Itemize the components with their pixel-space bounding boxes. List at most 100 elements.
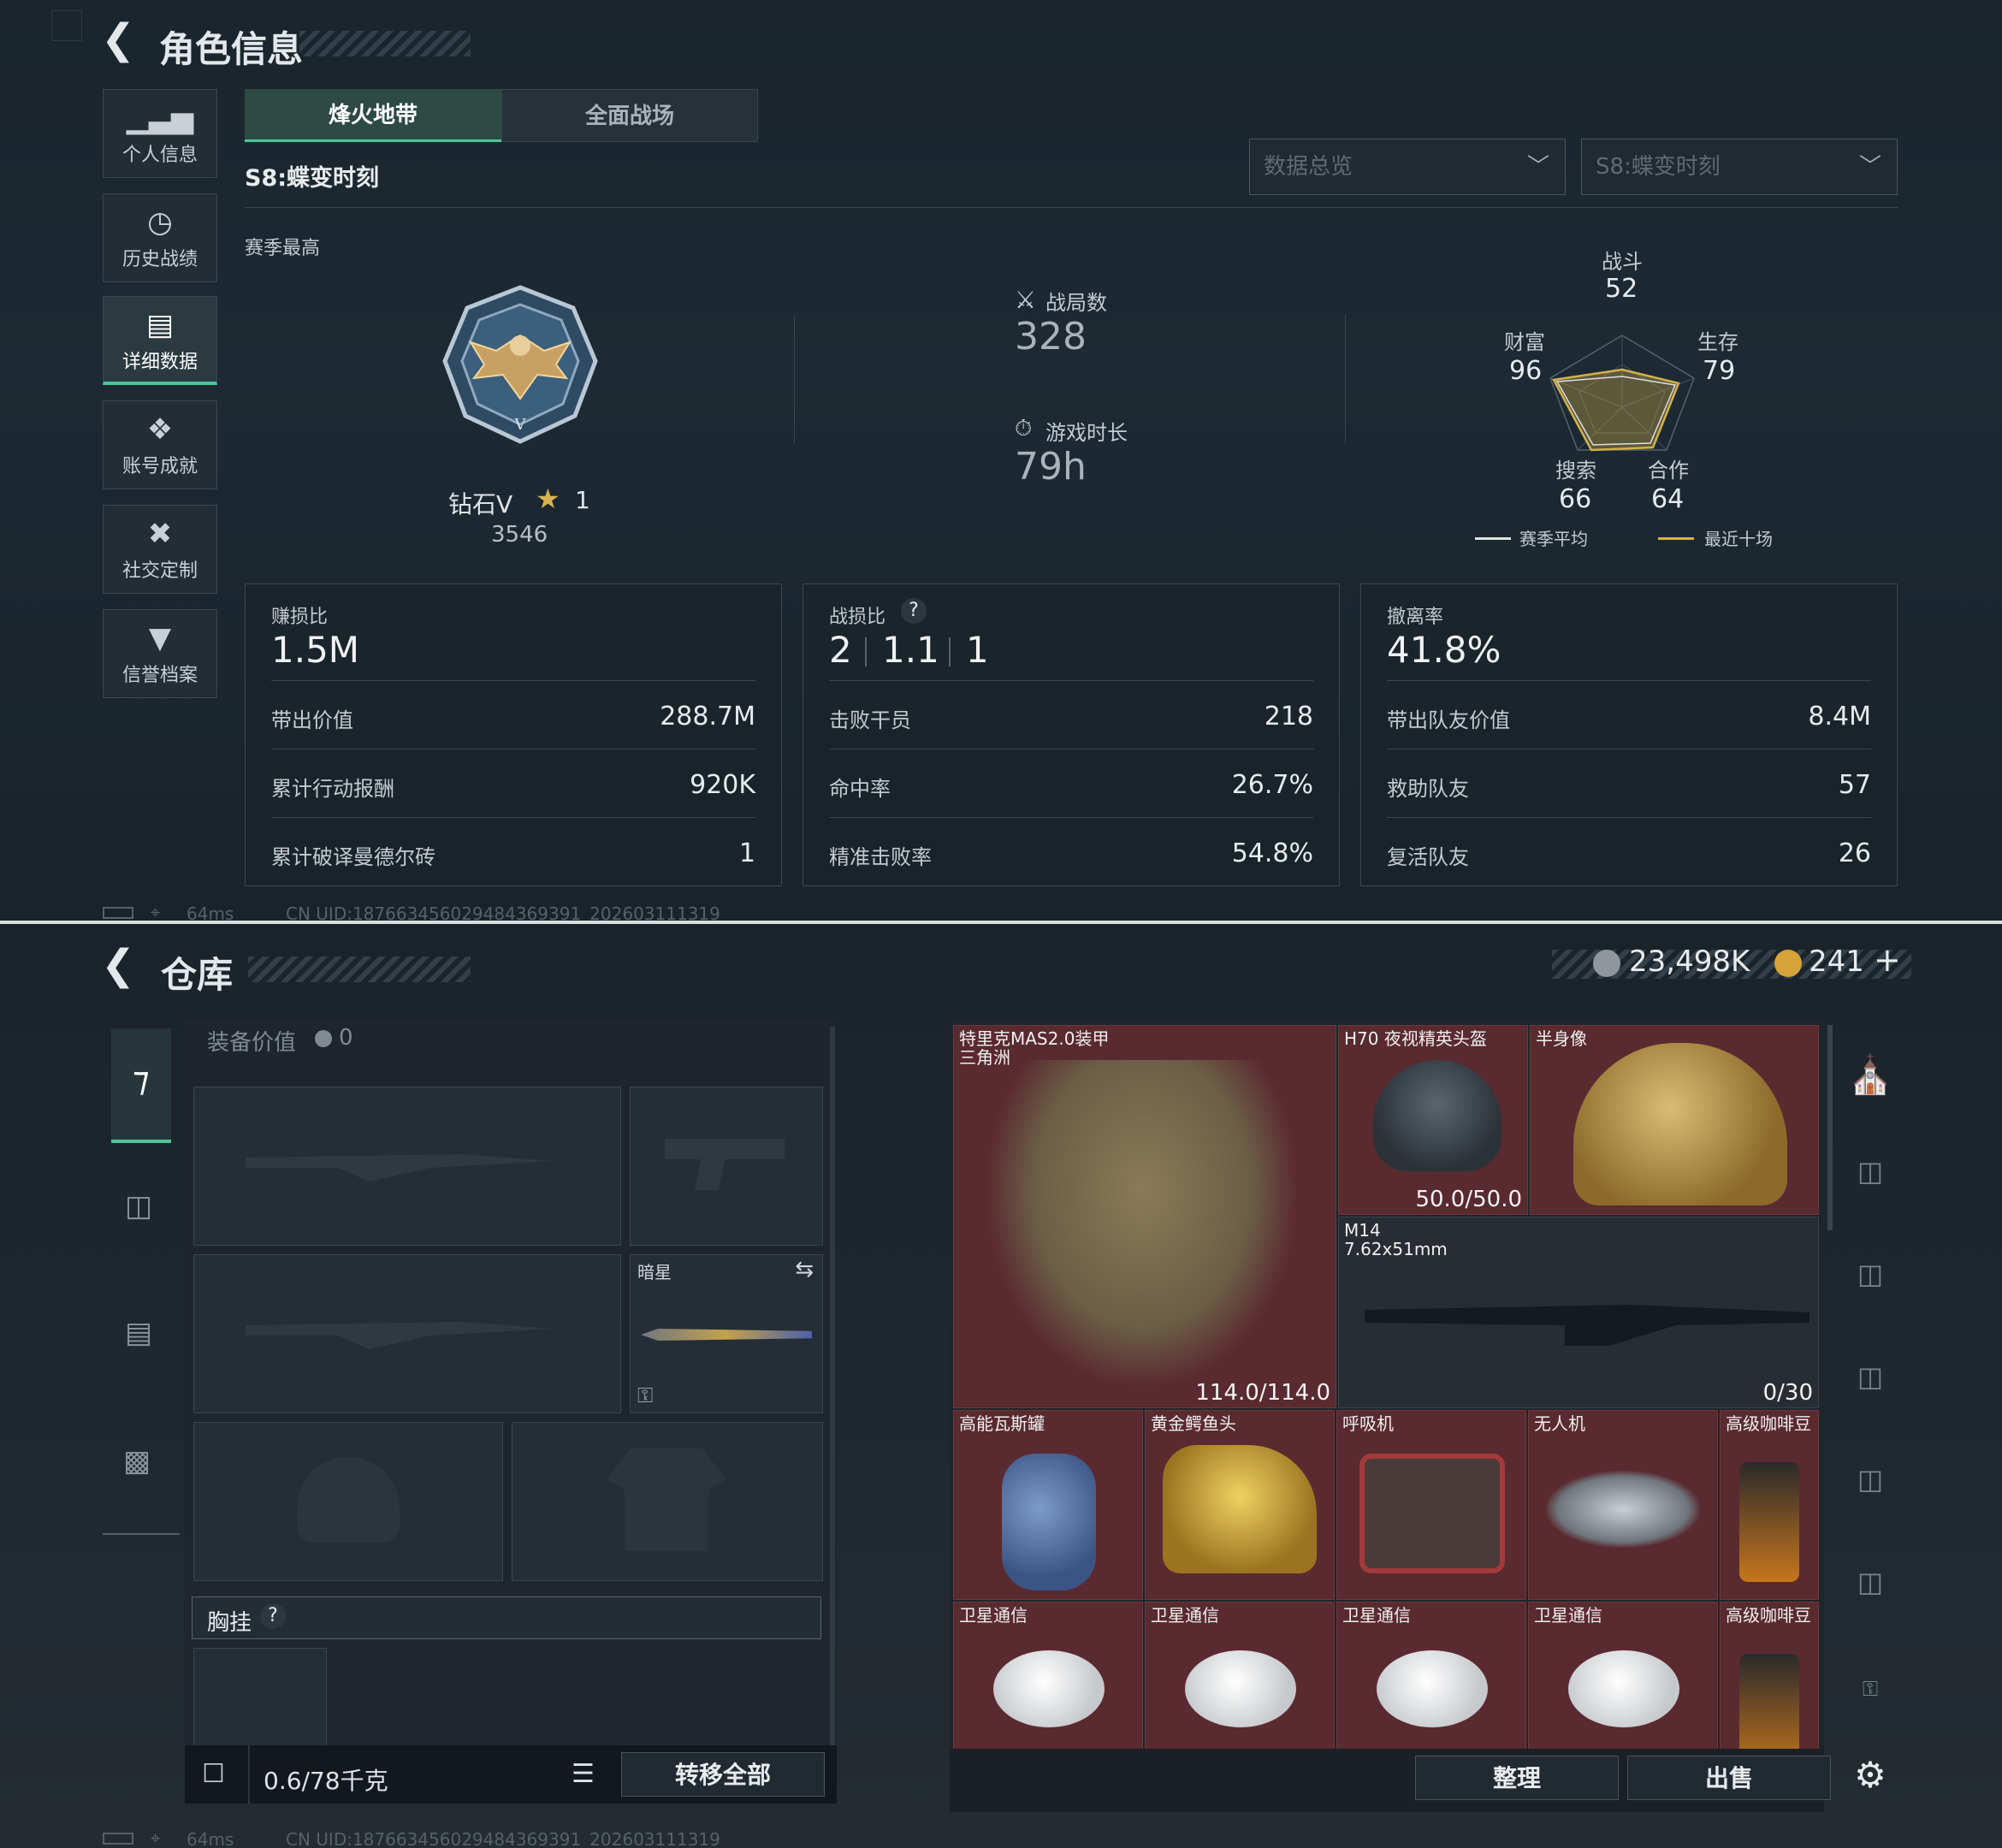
rifle-icon: [1365, 1305, 1810, 1346]
vest-tab-icon[interactable]: ▤: [125, 1316, 152, 1350]
helmet-slot[interactable]: [193, 1422, 503, 1581]
sidebar-item-history[interactable]: ◷ 历史战绩: [103, 193, 217, 282]
chest-rig-label: 胸挂: [207, 1610, 252, 1636]
matches-label: 战局数: [1045, 291, 1107, 315]
swap-icon[interactable]: ⇆: [795, 1257, 814, 1282]
sell-button[interactable]: 出售: [1627, 1756, 1831, 1800]
data-overview-dropdown[interactable]: 数据总览 ﹀: [1249, 139, 1566, 195]
separator: [248, 1745, 250, 1804]
stat-row: 精准击败率 54.8%: [829, 817, 1313, 885]
divider: [1345, 315, 1346, 443]
armor-slot[interactable]: [512, 1422, 823, 1581]
backpack-tab-icon[interactable]: ◫: [125, 1189, 152, 1223]
storage-tab-1-icon[interactable]: ◫: [1836, 1155, 1904, 1188]
item-label: H70 夜视精英头盔: [1344, 1028, 1487, 1049]
melee-slot[interactable]: 暗星 ⇆ ⚿: [630, 1254, 823, 1413]
sidebar-item-credit[interactable]: ▼ 信誉档案: [103, 609, 217, 698]
pistol-slot[interactable]: [630, 1087, 823, 1246]
storage-tab-5-icon[interactable]: ◫: [1836, 1566, 1904, 1598]
case-tab-icon[interactable]: ▩: [123, 1444, 151, 1478]
extraction-rate-card: 撤离率 41.8% 带出队友价值 8.4M 救助队友 57 复活队友 26: [1360, 583, 1898, 886]
crossed-swords-icon: ⚔: [1015, 286, 1037, 314]
warehouse-home-icon[interactable]: ⛪: [1836, 1052, 1904, 1097]
inventory-item-m14[interactable]: M14 7.62x51mm 0/30: [1338, 1217, 1819, 1408]
storage-tab-3-icon[interactable]: ◫: [1836, 1360, 1904, 1393]
inventory-item-helmet[interactable]: H70 夜视精英头盔 50.0/50.0: [1338, 1025, 1528, 1215]
season-best-label: 赛季最高: [245, 238, 321, 259]
inventory-item-armor[interactable]: 特里克MAS2.0装甲 三角洲 114.0/114.0: [953, 1025, 1336, 1408]
inventory-item-ventilator[interactable]: 呼吸机: [1336, 1410, 1526, 1600]
ping-value: 64ms: [187, 1829, 234, 1848]
gas-canister-icon: [1002, 1454, 1096, 1590]
chevron-down-icon: ﹀: [1858, 154, 1881, 180]
stat-key: 累计行动报酬: [271, 777, 394, 801]
storage-tab-4-icon[interactable]: ◫: [1836, 1463, 1904, 1496]
sidebar-item-social[interactable]: ✖ 社交定制: [103, 505, 217, 594]
playtime-label: 游戏时长: [1045, 421, 1128, 445]
tab-fire-zone[interactable]: 烽火地带: [245, 89, 501, 142]
tab-full-battlefield[interactable]: 全面战场: [501, 89, 758, 142]
item-durability: 114.0/114.0: [1195, 1380, 1330, 1406]
coin-icon: [315, 1030, 332, 1047]
uid-text: CN UID:187663456029484369391_20260311131…: [286, 1829, 720, 1848]
stat-value: 218: [1264, 702, 1313, 732]
inventory-item-drone[interactable]: 无人机: [1528, 1410, 1718, 1600]
stat-key: 复活队友: [1387, 845, 1469, 869]
item-label: 卫星通信: [1151, 1605, 1219, 1626]
scrollbar[interactable]: [1827, 1025, 1833, 1230]
stat-value: 8.4M: [1808, 702, 1871, 732]
drone-icon: [1546, 1471, 1700, 1548]
stat-value: 26: [1838, 838, 1871, 868]
stat-key: 命中率: [829, 777, 891, 801]
matches-value: 328: [1015, 315, 1087, 358]
weight-value: 0.6/78千克: [264, 1767, 388, 1795]
chest-rig-slot[interactable]: [193, 1648, 327, 1749]
helmet-icon: [1373, 1060, 1502, 1171]
gold-coin-icon: [1774, 950, 1802, 977]
add-currency-icon[interactable]: +: [1874, 941, 1901, 979]
currency-coins: 23,498K: [1629, 945, 1750, 979]
season-dropdown[interactable]: S8:蝶变时刻 ﹀: [1581, 139, 1898, 195]
radar-survival-value: 79: [1703, 356, 1736, 386]
item-label: 呼吸机: [1342, 1413, 1394, 1434]
history-icon: ◷: [147, 205, 173, 240]
back-arrow-icon[interactable]: ❮: [101, 15, 135, 63]
item-label: 半身像: [1536, 1028, 1587, 1049]
back-arrow-icon[interactable]: ❮: [101, 941, 135, 989]
scrollbar[interactable]: [830, 1027, 835, 1762]
coffee-bag-icon: [1739, 1462, 1799, 1582]
sidebar-item-personal-info[interactable]: ▁▃▅ 个人信息: [103, 89, 217, 178]
legend-recent-swatch: [1658, 537, 1694, 540]
inventory-item-bust[interactable]: 半身像: [1530, 1025, 1819, 1215]
transfer-all-button[interactable]: 转移全部: [621, 1752, 825, 1797]
storage-tab-2-icon[interactable]: ◫: [1836, 1258, 1904, 1290]
inventory-item-gas-can[interactable]: 高能瓦斯罐: [953, 1410, 1143, 1600]
sidebar-item-achievement[interactable]: ❖ 账号成就: [103, 400, 217, 489]
sort-button[interactable]: 整理: [1415, 1756, 1619, 1800]
weapon-tab-pistol-icon[interactable]: ⁊: [111, 1028, 171, 1143]
inventory-item-gold-croc[interactable]: 黄金鳄鱼头: [1145, 1410, 1335, 1600]
uid-text: CN UID:187663456029484369391_20260311131…: [286, 903, 720, 922]
list-icon[interactable]: ☰: [572, 1759, 595, 1789]
card-big-value: 41.8%: [1387, 629, 1502, 671]
stat-row: 复活队友 26: [1387, 817, 1871, 885]
sidebar-item-label: 社交定制: [121, 560, 198, 582]
help-icon[interactable]: ?: [260, 1603, 286, 1629]
settings-gear-icon[interactable]: ⚙: [1836, 1754, 1904, 1796]
item-label: M14 7.62x51mm: [1344, 1220, 1448, 1259]
item-durability: 50.0/50.0: [1415, 1187, 1522, 1212]
inventory-item-coffee[interactable]: 高级咖啡豆: [1720, 1410, 1819, 1600]
warehouse-panel: ❮ 仓库 23,498K 241 + ⁊ ◫ ▤ ▩ 装备价值 0 暗星 ⇆ ⚿…: [0, 924, 2002, 1848]
item-label: 卫星通信: [959, 1605, 1028, 1626]
sidebar-item-detail-data[interactable]: ▤ 详细数据: [103, 296, 217, 385]
secondary-weapon-slot[interactable]: [193, 1254, 621, 1413]
achievement-icon: ❖: [146, 412, 174, 447]
star-icon: ★: [536, 483, 560, 515]
ping-value: 64ms: [187, 903, 234, 922]
primary-weapon-slot[interactable]: [193, 1087, 621, 1246]
bar-chart-icon: ▁▃▅: [126, 101, 194, 135]
dropdown-value: S8:蝶变时刻: [1596, 154, 1721, 180]
rank-stars: 1: [575, 486, 590, 514]
radar-coop-label: 合作: [1648, 459, 1689, 483]
help-icon[interactable]: ?: [901, 598, 927, 624]
